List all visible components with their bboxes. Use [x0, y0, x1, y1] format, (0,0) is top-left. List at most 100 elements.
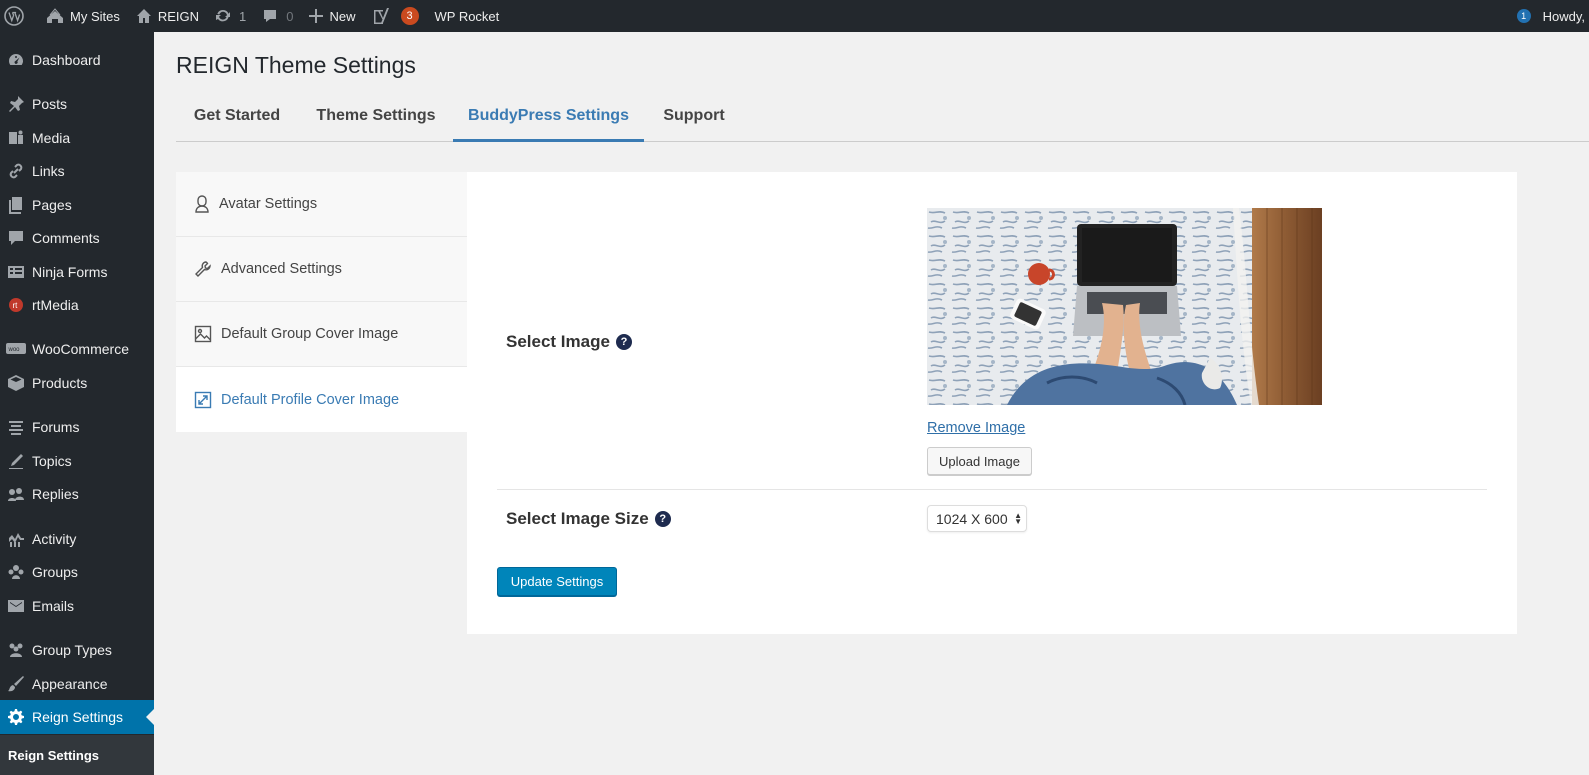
- expand-image-icon: [194, 391, 212, 408]
- yoast-menu[interactable]: 3: [364, 0, 427, 32]
- menu-media[interactable]: Media: [0, 121, 154, 155]
- menu-label: Groups: [32, 564, 78, 580]
- gear-icon: [0, 708, 32, 726]
- settings-vertical-nav: Avatar Settings Advanced Settings Defaul…: [176, 172, 467, 432]
- remove-image-link[interactable]: Remove Image: [927, 420, 1025, 436]
- menu-links[interactable]: Links: [0, 154, 154, 188]
- plus-icon: [309, 9, 324, 23]
- tab-buddypress-settings[interactable]: BuddyPress Settings: [453, 96, 644, 142]
- settings-form-panel: Select Image ? Remove Image Upload Image…: [467, 172, 1517, 634]
- site-name-menu[interactable]: REIGN: [128, 0, 207, 32]
- select-image-text: Select Image: [506, 332, 610, 351]
- my-sites-label: My Sites: [70, 8, 120, 24]
- forums-icon: [0, 418, 32, 436]
- dashboard-icon: [0, 51, 32, 69]
- select-image-size-text: Select Image Size: [506, 509, 649, 528]
- menu-label: WooCommerce: [32, 341, 129, 357]
- home-icon: [136, 9, 151, 23]
- page-title: REIGN Theme Settings: [176, 52, 416, 78]
- select-image-size-label: Select Image Size ?: [506, 509, 671, 529]
- updates-menu[interactable]: 1: [207, 0, 254, 32]
- menu-label: Products: [32, 375, 88, 391]
- help-icon[interactable]: ?: [654, 511, 671, 527]
- tab-theme-settings[interactable]: Theme Settings: [302, 96, 450, 142]
- menu-label: Forums: [32, 419, 80, 435]
- menu-label: Pages: [32, 197, 72, 213]
- menu-group-types[interactable]: Group Types: [0, 633, 154, 667]
- nav-label: Default Profile Cover Image: [221, 391, 400, 408]
- active-menu-arrow: [146, 709, 154, 725]
- new-label: New: [329, 8, 356, 24]
- select-arrows-icon: ▲ ▼: [1014, 511, 1022, 526]
- menu-comments[interactable]: Comments: [0, 221, 154, 255]
- nav-default-profile-cover[interactable]: Default Profile Cover Image: [176, 367, 467, 432]
- submenu-item-reign-settings[interactable]: Reign Settings: [8, 748, 99, 763]
- brush-icon: [0, 675, 32, 693]
- menu-label: Posts: [32, 96, 68, 112]
- menu-woocommerce[interactable]: woo WooCommerce: [0, 332, 154, 366]
- cover-image-preview: [927, 208, 1322, 405]
- tab-get-started[interactable]: Get Started: [176, 96, 298, 142]
- menu-label: Appearance: [32, 676, 108, 692]
- nav-advanced-settings[interactable]: Advanced Settings: [176, 237, 467, 302]
- menu-posts[interactable]: Posts: [0, 87, 154, 121]
- menu-replies[interactable]: Replies: [0, 477, 154, 511]
- box-icon: [0, 374, 32, 392]
- notification-badge[interactable]: 1: [1516, 9, 1531, 23]
- menu-topics[interactable]: Topics: [0, 444, 154, 478]
- woo-icon: woo: [0, 342, 32, 356]
- menu-label: Reign Settings: [32, 709, 124, 725]
- email-icon: [0, 597, 32, 615]
- activity-icon: [0, 530, 32, 548]
- my-sites-menu[interactable]: My Sites: [38, 0, 128, 32]
- menu-activity[interactable]: Activity: [0, 522, 154, 556]
- menu-products[interactable]: Products: [0, 366, 154, 400]
- tab-support[interactable]: Support: [648, 96, 740, 142]
- menu-label: Topics: [32, 453, 72, 469]
- menu-ninja-forms[interactable]: Ninja Forms: [0, 255, 154, 289]
- select-image-label: Select Image ?: [506, 332, 632, 352]
- admin-bar: My Sites REIGN 1 0 New 3 WP Rocket 1 How…: [0, 0, 1589, 32]
- menu-label: Ninja Forms: [32, 264, 108, 280]
- menu-label: Comments: [32, 230, 100, 246]
- pin-icon: [0, 95, 32, 113]
- wp-rocket-label: WP Rocket: [434, 8, 500, 24]
- site-name-label: REIGN: [157, 8, 200, 24]
- howdy-label[interactable]: Howdy,: [1543, 9, 1585, 24]
- groups-icon: [0, 563, 32, 581]
- upload-image-button[interactable]: Upload Image: [927, 447, 1032, 475]
- submenu: Reign Settings: [0, 735, 154, 775]
- my-sites-icon: [47, 8, 63, 23]
- menu-groups[interactable]: Groups: [0, 555, 154, 589]
- menu-label: rtMedia: [32, 297, 79, 313]
- update-settings-button[interactable]: Update Settings: [497, 567, 617, 596]
- help-icon[interactable]: ?: [615, 334, 632, 350]
- comments-count: 0: [286, 8, 294, 24]
- forms-icon: [0, 263, 32, 281]
- yoast-badge: 3: [400, 7, 419, 25]
- comments-menu[interactable]: 0: [254, 0, 301, 32]
- link-icon: [0, 162, 32, 180]
- menu-reign-settings[interactable]: Reign Settings: [0, 700, 154, 734]
- menu-label: Activity: [32, 531, 77, 547]
- replies-icon: [0, 485, 32, 503]
- menu-forums[interactable]: Forums: [0, 410, 154, 444]
- wp-rocket-menu[interactable]: WP Rocket: [427, 0, 508, 32]
- menu-label: Dashboard: [32, 52, 101, 68]
- menu-label: Media: [32, 130, 71, 146]
- nav-default-group-cover[interactable]: Default Group Cover Image: [176, 302, 467, 367]
- menu-rtmedia[interactable]: rt rtMedia: [0, 288, 154, 322]
- wordpress-logo-icon[interactable]: [0, 0, 38, 32]
- new-content-menu[interactable]: New: [301, 0, 363, 32]
- nav-avatar-settings[interactable]: Avatar Settings: [176, 172, 467, 237]
- svg-text:rt: rt: [13, 301, 19, 310]
- menu-label: Replies: [32, 486, 79, 502]
- menu-appearance[interactable]: Appearance: [0, 667, 154, 701]
- nav-label: Default Group Cover Image: [221, 326, 399, 342]
- menu-pages[interactable]: Pages: [0, 188, 154, 222]
- image-size-select[interactable]: 1024 X 600 ▲ ▼: [927, 505, 1027, 532]
- pages-icon: [0, 196, 32, 214]
- menu-dashboard[interactable]: Dashboard: [0, 43, 154, 77]
- menu-emails[interactable]: Emails: [0, 589, 154, 623]
- main-content: REIGN Theme Settings Get Started Theme S…: [154, 32, 1589, 775]
